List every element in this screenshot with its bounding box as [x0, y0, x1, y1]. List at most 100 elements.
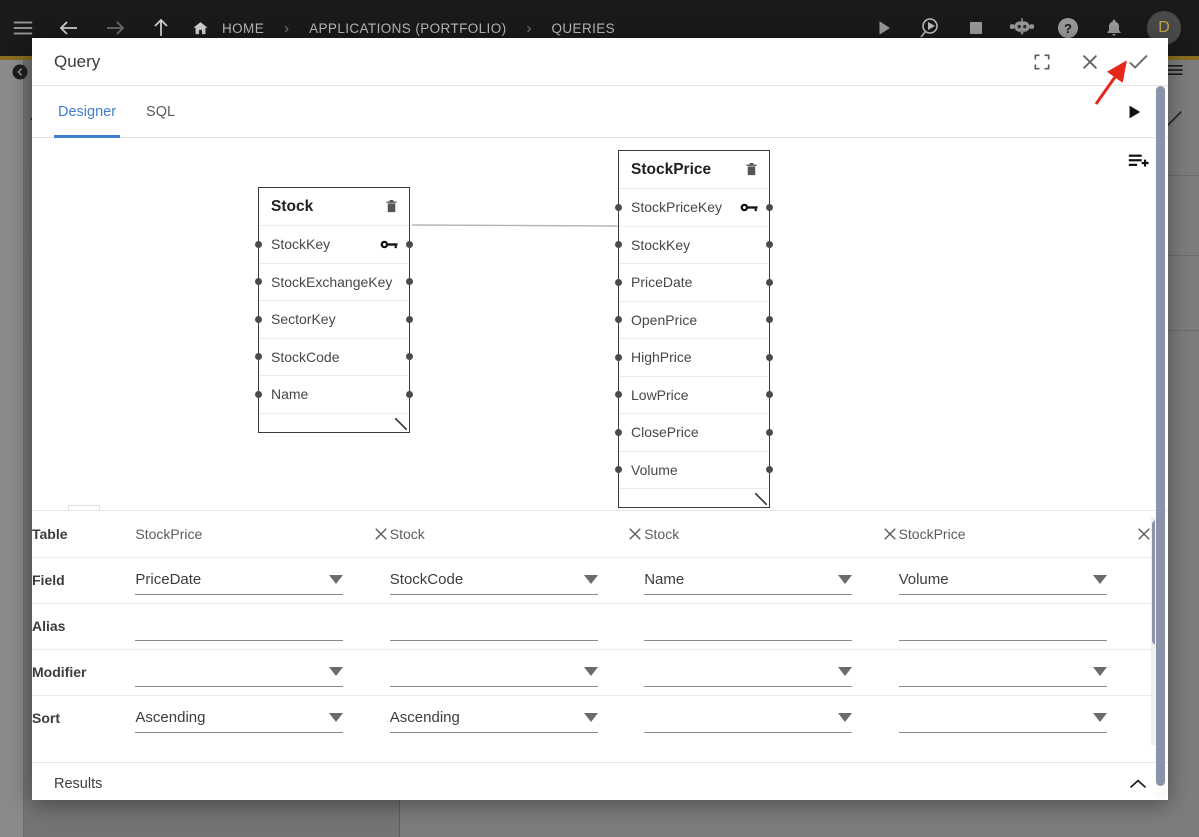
port-right[interactable]	[766, 241, 773, 249]
trash-icon[interactable]	[384, 198, 399, 215]
query-designer-canvas[interactable]: Stock StockKey StockExchangeKey SectorKe…	[32, 138, 1168, 510]
alias-input-3[interactable]	[898, 611, 1107, 641]
port-left[interactable]	[615, 353, 622, 361]
entity-field-row[interactable]: PriceDate	[615, 264, 773, 302]
entity-field-row[interactable]: OpenPrice	[615, 302, 773, 339]
port-left[interactable]	[615, 241, 622, 249]
confirm-check-icon[interactable]	[1114, 39, 1162, 85]
port-left[interactable]	[615, 278, 622, 286]
entity-field-row[interactable]: LowPrice	[615, 377, 773, 414]
alias-input-1[interactable]	[389, 611, 598, 641]
home-icon[interactable]	[192, 20, 209, 37]
port-right[interactable]	[766, 203, 773, 211]
entity-resize-handle[interactable]	[259, 414, 409, 432]
grid-cell-field-2: Name	[644, 556, 899, 603]
entity-field-row[interactable]: StockExchangeKey	[255, 264, 413, 301]
caret-down-icon[interactable]	[838, 713, 853, 723]
port-right[interactable]	[406, 353, 413, 361]
port-right[interactable]	[406, 390, 413, 398]
entity-field-row[interactable]: Volume	[615, 452, 773, 489]
sort-select-0[interactable]: Ascending	[135, 703, 344, 734]
caret-down-icon[interactable]	[583, 667, 598, 676]
caret-down-icon[interactable]	[329, 575, 344, 584]
port-left[interactable]	[615, 391, 622, 399]
field-value: StockCode	[389, 571, 464, 588]
field-select-2[interactable]: Name	[644, 565, 853, 595]
fullscreen-icon[interactable]	[1018, 39, 1066, 85]
entity-resize-handle[interactable]	[619, 489, 769, 507]
port-left[interactable]	[615, 203, 622, 211]
field-grid-table: Table StockPrice Stock Stock StockPrice	[32, 511, 1153, 741]
field-select-0[interactable]: PriceDate	[135, 565, 344, 595]
port-right[interactable]	[766, 316, 773, 324]
entity-header[interactable]: Stock	[259, 188, 409, 226]
port-left[interactable]	[615, 428, 622, 436]
entity-field-row[interactable]: StockPriceKey	[615, 189, 773, 227]
remove-column-icon[interactable]	[372, 525, 390, 543]
entity-field-row[interactable]: HighPrice	[615, 339, 773, 377]
dialog-scrollbar-thumb[interactable]	[1156, 86, 1165, 786]
field-select-1[interactable]: StockCode	[389, 565, 598, 595]
breadcrumb-item-queries[interactable]: QUERIES	[546, 21, 622, 36]
entity-field-row[interactable]: StockCode	[255, 339, 413, 376]
caret-down-icon[interactable]	[838, 667, 853, 676]
caret-down-icon[interactable]	[583, 713, 598, 723]
alias-input-0[interactable]	[135, 611, 344, 641]
zoom-in-button[interactable]: +	[69, 506, 99, 510]
breadcrumb-item-home[interactable]: HOME	[216, 21, 270, 36]
port-right[interactable]	[406, 278, 413, 286]
port-right[interactable]	[766, 353, 773, 361]
port-right[interactable]	[766, 391, 773, 399]
modifier-select-1[interactable]	[389, 657, 598, 687]
entity-field-row[interactable]: ClosePrice	[615, 414, 773, 452]
remove-column-icon[interactable]	[881, 525, 899, 543]
port-right[interactable]	[406, 240, 413, 248]
port-left[interactable]	[255, 278, 262, 286]
port-left[interactable]	[615, 316, 622, 324]
port-right[interactable]	[766, 428, 773, 436]
remove-column-icon[interactable]	[626, 525, 644, 543]
entity-header[interactable]: StockPrice	[619, 151, 769, 189]
port-right[interactable]	[406, 315, 413, 323]
caret-down-icon[interactable]	[838, 575, 853, 584]
sort-select-3[interactable]	[898, 703, 1107, 734]
port-left[interactable]	[255, 390, 262, 398]
sort-select-1[interactable]: Ascending	[389, 703, 598, 734]
tab-designer[interactable]: Designer	[54, 86, 121, 138]
modifier-select-3[interactable]	[898, 657, 1107, 687]
sort-select-2[interactable]	[644, 703, 853, 734]
trash-icon[interactable]	[744, 161, 759, 178]
entity-field-row[interactable]: Name	[255, 376, 413, 414]
add-to-list-icon[interactable]	[1126, 150, 1150, 177]
caret-down-icon[interactable]	[329, 667, 344, 676]
caret-down-icon[interactable]	[329, 713, 344, 723]
port-left[interactable]	[615, 466, 622, 474]
entity-field-row[interactable]: StockKey	[615, 227, 773, 264]
alias-input-2[interactable]	[644, 611, 853, 641]
port-left[interactable]	[255, 315, 262, 323]
tab-sql[interactable]: SQL	[142, 86, 179, 138]
primary-key-icon	[380, 238, 399, 251]
modifier-select-0[interactable]	[135, 657, 344, 687]
results-panel-header[interactable]: Results	[32, 762, 1168, 800]
modifier-select-2[interactable]	[644, 657, 853, 687]
caret-down-icon[interactable]	[1092, 667, 1107, 676]
run-query-icon[interactable]	[1112, 86, 1156, 138]
caret-down-icon[interactable]	[583, 575, 598, 584]
entity-field-row[interactable]: SectorKey	[255, 301, 413, 339]
port-left[interactable]	[255, 240, 262, 248]
field-select-3[interactable]: Volume	[898, 565, 1107, 595]
caret-down-icon[interactable]	[1092, 575, 1107, 584]
caret-down-icon[interactable]	[1092, 713, 1107, 723]
port-right[interactable]	[766, 466, 773, 474]
port-left[interactable]	[255, 353, 262, 361]
breadcrumb-item-applications[interactable]: APPLICATIONS (PORTFOLIO)	[303, 21, 512, 36]
close-icon[interactable]	[1066, 39, 1114, 85]
entity-stockprice[interactable]: StockPrice StockPriceKey StockKey PriceD…	[615, 150, 773, 508]
dialog-scrollbar[interactable]	[1155, 86, 1166, 798]
chevron-up-icon[interactable]	[1128, 777, 1148, 791]
entity-field-label: PriceDate	[631, 274, 693, 291]
entity-field-row[interactable]: StockKey	[255, 226, 413, 264]
entity-stock[interactable]: Stock StockKey StockExchangeKey SectorKe…	[255, 187, 413, 433]
port-right[interactable]	[766, 278, 773, 286]
